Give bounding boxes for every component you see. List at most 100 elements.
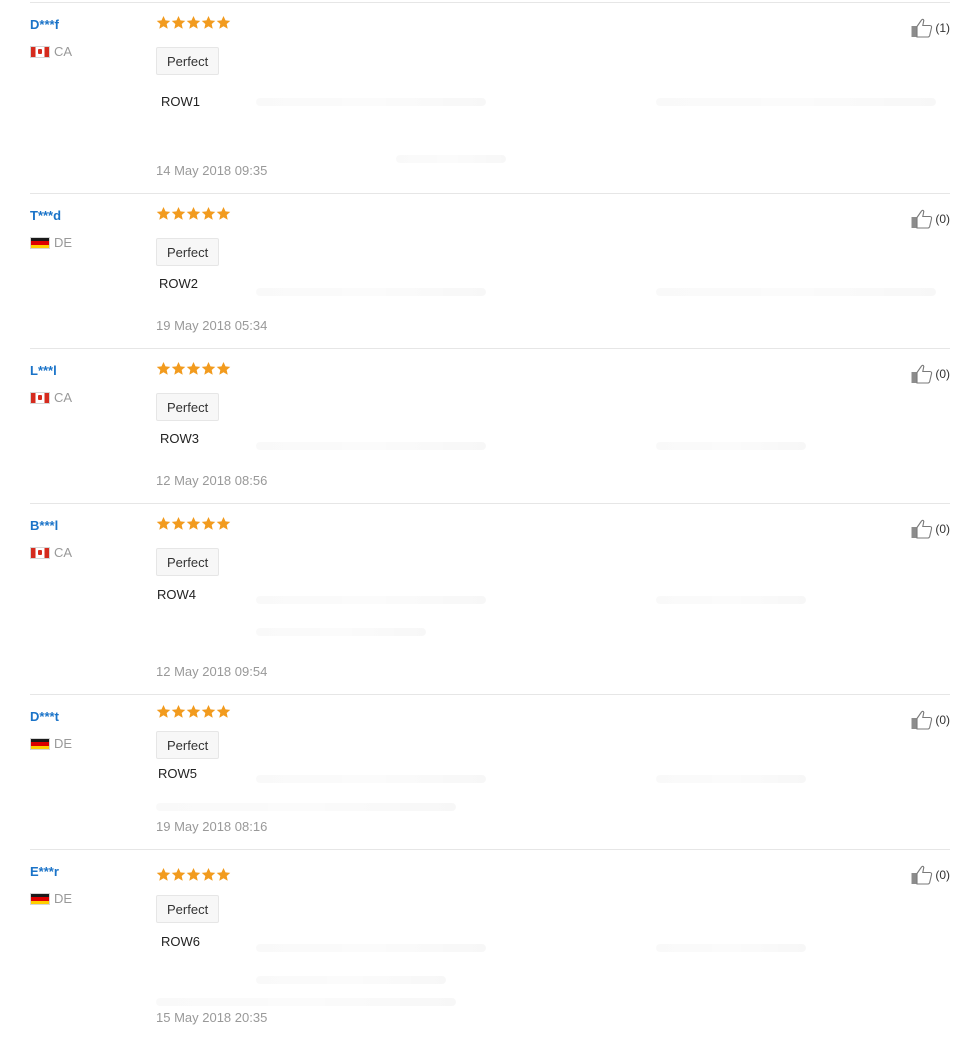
blurred-text <box>256 976 446 984</box>
star-rating <box>156 704 231 720</box>
blurred-text <box>656 288 936 296</box>
reviewer-name[interactable]: B***l <box>30 518 58 533</box>
star-rating <box>156 206 231 222</box>
reviewer-name[interactable]: E***r <box>30 864 59 879</box>
helpful-button[interactable]: (0) <box>910 208 950 230</box>
review-date: 12 May 2018 09:54 <box>156 664 268 679</box>
review-item: D***f CA Perfect ROW1 14 May 2018 09:35 … <box>30 2 950 194</box>
thumbs-up-icon <box>911 364 933 384</box>
reviewer-name[interactable]: T***d <box>30 208 61 223</box>
review-text: ROW2 <box>159 276 198 291</box>
star-rating <box>156 867 231 883</box>
thumbs-up-icon <box>911 519 933 539</box>
star-icon <box>201 15 216 30</box>
reviewer-name[interactable]: D***t <box>30 709 59 724</box>
star-rating <box>156 516 231 532</box>
star-icon <box>171 704 186 719</box>
blurred-text <box>156 803 456 811</box>
thumbs-up-icon <box>911 710 933 730</box>
helpful-count: (0) <box>935 713 950 727</box>
review-date: 12 May 2018 08:56 <box>156 473 268 488</box>
helpful-button[interactable]: (0) <box>910 864 950 886</box>
review-text: ROW4 <box>157 587 196 602</box>
review-text: ROW5 <box>158 766 197 781</box>
star-icon <box>216 704 231 719</box>
star-rating <box>156 15 231 31</box>
star-icon <box>186 704 201 719</box>
country-code: CA <box>54 44 73 60</box>
blurred-text <box>656 944 806 952</box>
flag-germany-icon <box>30 892 50 905</box>
star-icon <box>201 361 216 376</box>
thumbs-up-icon <box>911 865 933 885</box>
star-icon <box>216 516 231 531</box>
flag-germany-icon <box>30 236 50 249</box>
blurred-text <box>256 775 486 783</box>
thumbs-up-icon <box>911 209 933 229</box>
star-icon <box>216 361 231 376</box>
review-tag: Perfect <box>156 393 220 421</box>
review-item: L***l CA Perfect ROW3 12 May 2018 08:56 … <box>30 348 950 504</box>
review-date: 14 May 2018 09:35 <box>156 163 268 178</box>
star-icon <box>186 361 201 376</box>
review-date: 15 May 2018 20:35 <box>156 1010 268 1025</box>
star-icon <box>201 704 216 719</box>
star-icon <box>201 206 216 221</box>
reviewer-country: DE <box>30 234 73 251</box>
blurred-text <box>656 775 806 783</box>
star-rating <box>156 361 231 377</box>
review-tag: Perfect <box>156 731 220 759</box>
reviewer-country: CA <box>30 43 73 60</box>
star-icon <box>171 516 186 531</box>
review-item: B***l CA Perfect ROW4 12 May 2018 09:54 … <box>30 503 950 695</box>
blurred-text <box>256 288 486 296</box>
star-icon <box>216 15 231 30</box>
helpful-button[interactable]: (0) <box>910 709 950 731</box>
review-date: 19 May 2018 08:16 <box>156 819 268 834</box>
blurred-text <box>656 596 806 604</box>
blurred-text <box>656 442 806 450</box>
thumbs-up-icon <box>911 18 933 38</box>
helpful-button[interactable]: (0) <box>910 363 950 385</box>
star-icon <box>186 15 201 30</box>
review-tag: Perfect <box>156 238 220 266</box>
review-text: ROW6 <box>161 934 200 949</box>
star-icon <box>171 867 186 882</box>
star-icon <box>156 15 171 30</box>
flag-canada-icon <box>30 45 50 58</box>
review-tag: Perfect <box>156 895 220 923</box>
helpful-button[interactable]: (0) <box>910 518 950 540</box>
country-code: DE <box>54 235 73 251</box>
helpful-button[interactable]: (1) <box>910 17 950 39</box>
review-tag: Perfect <box>156 47 220 75</box>
blurred-text <box>256 596 486 604</box>
blurred-text <box>656 98 936 106</box>
star-icon <box>216 867 231 882</box>
review-tag: Perfect <box>156 548 220 576</box>
blurred-text <box>256 442 486 450</box>
review-item: E***r DE Perfect ROW6 15 May 2018 20:35 <box>30 849 950 1040</box>
helpful-count: (0) <box>935 212 950 226</box>
reviewer-name[interactable]: L***l <box>30 363 57 378</box>
review-text: ROW1 <box>161 94 200 109</box>
blurred-text <box>256 944 486 952</box>
star-icon <box>156 867 171 882</box>
helpful-count: (1) <box>935 21 950 35</box>
star-icon <box>201 516 216 531</box>
star-icon <box>171 15 186 30</box>
star-icon <box>156 704 171 719</box>
star-icon <box>186 206 201 221</box>
star-icon <box>201 867 216 882</box>
review-date: 19 May 2018 05:34 <box>156 318 268 333</box>
country-code: DE <box>54 891 73 907</box>
star-icon <box>156 361 171 376</box>
star-icon <box>186 867 201 882</box>
country-code: DE <box>54 736 73 752</box>
reviewer-name[interactable]: D***f <box>30 17 59 32</box>
flag-germany-icon <box>30 737 50 750</box>
blurred-text <box>256 628 426 636</box>
blurred-text <box>156 998 456 1006</box>
star-icon <box>171 361 186 376</box>
review-item: T***d DE Perfect ROW2 19 May 2018 05:34 … <box>30 193 950 349</box>
reviewer-country: CA <box>30 544 72 560</box>
